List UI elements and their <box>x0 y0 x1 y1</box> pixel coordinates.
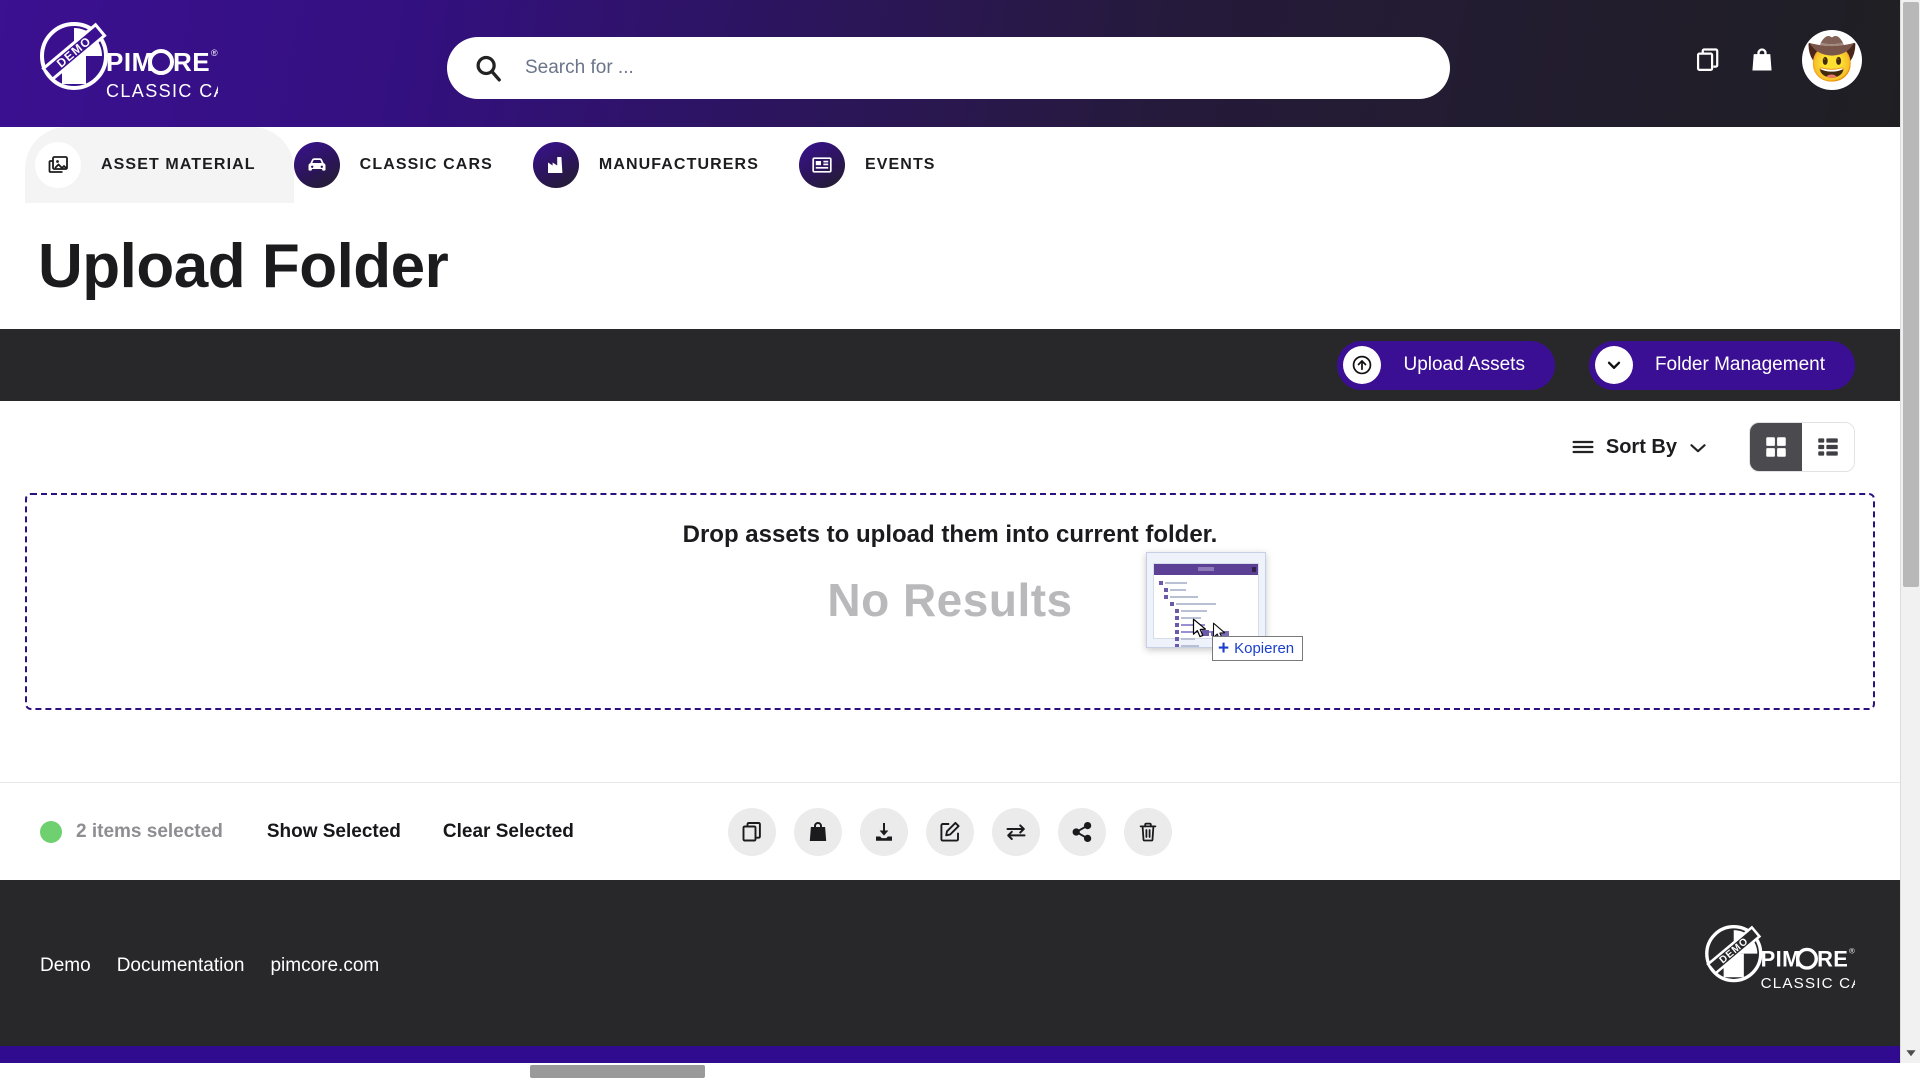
header-actions: 🤠 <box>1694 30 1862 90</box>
action-bar: Upload Assets Folder Management <box>0 329 1900 401</box>
selection-bar: 2 items selected Show Selected Clear Sel… <box>0 782 1900 880</box>
upload-assets-label: Upload Assets <box>1403 354 1525 375</box>
plus-icon: + <box>1218 638 1230 659</box>
grid-icon <box>1763 434 1789 460</box>
copy-icon[interactable] <box>1694 46 1722 74</box>
page-root: DEMO PIM RE ® CLASSIC CARS <box>0 0 1900 1063</box>
folder-management-label: Folder Management <box>1654 354 1825 375</box>
nav-label: CLASSIC CARS <box>359 156 493 173</box>
nav-item-manufacturers[interactable]: MANUFACTURERS <box>532 127 799 203</box>
svg-text:RE: RE <box>173 47 210 77</box>
arrow-up-circle-icon <box>1343 346 1382 384</box>
selection-actions <box>728 807 1172 856</box>
nav-label: EVENTS <box>864 156 936 173</box>
sort-by-label: Sort By <box>1605 435 1677 458</box>
nav-item-classic-cars[interactable]: CLASSIC CARS <box>293 127 533 203</box>
upload-assets-button[interactable]: Upload Assets <box>1337 340 1555 390</box>
dropzone-wrapper: Drop assets to upload them into current … <box>0 493 1900 710</box>
horizontal-scrollbar[interactable] <box>0 1063 1920 1080</box>
footer-link-documentation[interactable]: Documentation <box>117 955 245 977</box>
folder-management-button[interactable]: Folder Management <box>1588 340 1855 390</box>
no-results-text: No Results <box>827 574 1073 626</box>
footer-logo: DEMO PIM RE ® CLASSIC CARS <box>1695 920 1885 1012</box>
main-nav: ASSET MATERIAL CLASSIC CARS MANUFACTURER… <box>0 127 1900 204</box>
nav-item-events[interactable]: EVENTS <box>798 127 976 203</box>
asset-dropzone[interactable]: Drop assets to upload them into current … <box>25 493 1875 710</box>
list-view-button[interactable] <box>1802 423 1854 471</box>
vertical-scrollbar[interactable] <box>1900 0 1920 1063</box>
delete-action-button[interactable] <box>1124 807 1172 856</box>
copy-icon <box>740 820 764 844</box>
chevron-down-icon <box>1689 441 1707 453</box>
selection-summary: 2 items selected Show Selected Clear Sel… <box>40 820 616 843</box>
share-action-button[interactable] <box>1058 807 1106 856</box>
trash-icon <box>1136 820 1160 844</box>
download-icon <box>872 820 896 844</box>
grid-view-button[interactable] <box>1750 423 1802 471</box>
view-toggle <box>1749 422 1855 472</box>
drag-preview-title <box>1198 567 1214 571</box>
site-footer: Demo Documentation pimcore.com DEMO PIM … <box>0 880 1900 1051</box>
user-avatar[interactable]: 🤠 <box>1802 30 1862 90</box>
svg-text:PIM: PIM <box>106 47 154 77</box>
drop-effect-label: Kopieren <box>1234 640 1295 657</box>
site-header: DEMO PIM RE ® CLASSIC CARS <box>0 0 1900 127</box>
list-toolbar: Sort By <box>0 401 1900 493</box>
brand-logo[interactable]: DEMO PIM RE ® CLASSIC CARS <box>28 16 218 116</box>
content-spacer <box>0 710 1900 782</box>
app-viewport: DEMO PIM RE ® CLASSIC CARS <box>0 0 1920 1080</box>
list-icon <box>1815 434 1841 460</box>
download-action-button[interactable] <box>860 807 908 856</box>
factory-icon <box>532 142 579 188</box>
nav-label: ASSET MATERIAL <box>101 156 256 173</box>
chevron-down-circle-icon <box>1594 346 1633 384</box>
vertical-scrollbar-thumb[interactable] <box>1903 2 1919 587</box>
page-title-band: Upload Folder <box>0 204 1900 329</box>
transfer-action-button[interactable] <box>992 807 1040 856</box>
footer-link-demo[interactable]: Demo <box>40 955 91 977</box>
sort-by-dropdown[interactable]: Sort By <box>1572 436 1727 459</box>
nav-label: MANUFACTURERS <box>598 156 759 173</box>
newspaper-icon <box>798 142 845 188</box>
bottom-accent-strip <box>0 1046 1900 1063</box>
transfer-icon <box>1004 820 1028 844</box>
svg-text:PIM: PIM <box>1761 946 1801 971</box>
edit-icon <box>938 820 962 844</box>
bag-icon <box>806 820 830 844</box>
search-icon <box>473 53 503 83</box>
svg-text:RE: RE <box>1817 946 1848 971</box>
mouse-cursor-icon <box>1192 618 1208 639</box>
images-icon <box>35 142 81 188</box>
svg-text:®: ® <box>1849 946 1855 955</box>
selection-status-dot <box>40 820 62 843</box>
bars-icon <box>1572 439 1594 455</box>
search-bar[interactable] <box>447 37 1450 99</box>
bag-icon[interactable] <box>1748 46 1776 74</box>
clear-selected-link[interactable]: Clear Selected <box>443 821 574 843</box>
page-title: Upload Folder <box>38 232 449 301</box>
drop-effect-indicator: + Kopieren <box>1212 636 1304 661</box>
show-selected-link[interactable]: Show Selected <box>267 821 401 843</box>
drag-preview-titlebar <box>1154 564 1258 575</box>
drag-preview-close <box>1252 567 1256 572</box>
svg-text:CLASSIC CARS: CLASSIC CARS <box>1761 975 1855 992</box>
car-icon <box>293 142 340 188</box>
horizontal-scrollbar-thumb[interactable] <box>530 1065 705 1078</box>
edit-action-button[interactable] <box>926 807 974 856</box>
svg-text:CLASSIC CARS: CLASSIC CARS <box>106 81 218 101</box>
svg-text:®: ® <box>211 48 218 58</box>
share-icon <box>1070 820 1094 844</box>
copy-action-button[interactable] <box>728 807 776 856</box>
bag-action-button[interactable] <box>794 807 842 856</box>
selection-count-label: 2 items selected <box>76 820 223 842</box>
footer-link-pimcore-com[interactable]: pimcore.com <box>270 955 379 977</box>
drop-instruction-text: Drop assets to upload them into current … <box>682 521 1218 548</box>
nav-item-asset-material[interactable]: ASSET MATERIAL <box>25 127 294 203</box>
search-input[interactable] <box>525 57 1424 79</box>
footer-links: Demo Documentation pimcore.com <box>40 955 379 977</box>
scroll-down-arrow-icon[interactable] <box>1901 1043 1920 1063</box>
